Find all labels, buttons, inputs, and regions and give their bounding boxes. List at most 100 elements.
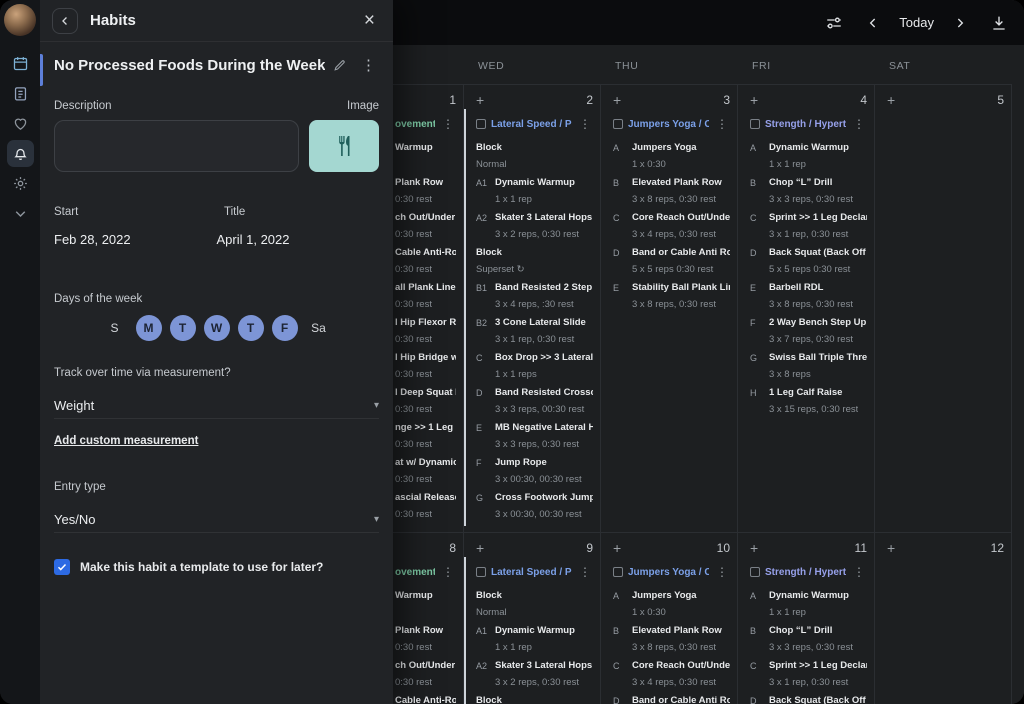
settings-gear-icon[interactable]: [7, 170, 34, 197]
add-workout-button[interactable]: +: [887, 541, 895, 555]
workout-menu-button[interactable]: ⋮: [577, 565, 593, 579]
exercise-item[interactable]: H1 Leg Calf Raise3 x 15 reps, 0:30 rest: [750, 387, 867, 415]
add-workout-button[interactable]: +: [750, 541, 758, 555]
exercise-item[interactable]: AJumpers Yoga1 x 0:30: [613, 590, 730, 618]
day-toggle-f[interactable]: F: [272, 315, 298, 341]
day-toggle-t[interactable]: T: [238, 315, 264, 341]
exercise-item[interactable]: CBox Drop >> 3 Lateral H...1 x 1 reps: [476, 352, 593, 380]
exercise-item[interactable]: l Deep Squat Mo...0:30 rest: [395, 387, 456, 415]
workout-checkbox[interactable]: [750, 119, 760, 129]
exercise-item[interactable]: CSprint >> 1 Leg Declarations3 x 1 rep, …: [750, 212, 867, 240]
day-toggle-t[interactable]: T: [170, 315, 196, 341]
block-header[interactable]: BlockSuperset ↻: [476, 247, 593, 275]
prev-week-button[interactable]: [865, 15, 881, 31]
exercise-item[interactable]: A2Skater 3 Lateral Hops >> ...3 x 2 reps…: [476, 212, 593, 240]
exercise-item[interactable]: Plank Row0:30 rest: [395, 625, 456, 653]
exercise-item[interactable]: F2 Way Bench Step Up3 x 7 reps, 0:30 res…: [750, 317, 867, 345]
workout-title[interactable]: Strength / Hypertro...: [765, 119, 846, 130]
workout-menu-button[interactable]: ⋮: [714, 565, 730, 579]
exercise-item[interactable]: DBand or Cable Anti Rotati...5 x 5 reps …: [613, 247, 730, 275]
block-header[interactable]: BlockNormal: [476, 590, 593, 618]
exercise-item[interactable]: Plank Row0:30 rest: [395, 177, 456, 205]
chevron-down-icon[interactable]: [7, 200, 34, 227]
day-toggle-s[interactable]: S: [102, 315, 128, 341]
workout-menu-button[interactable]: ⋮: [851, 565, 867, 579]
avatar[interactable]: [4, 4, 36, 36]
exercise-item[interactable]: FJump Rope3 x 00:30, 00:30 rest: [476, 457, 593, 485]
close-icon[interactable]: ×: [358, 11, 381, 30]
day-toggle-w[interactable]: W: [204, 315, 230, 341]
day-toggle-m[interactable]: M: [136, 315, 162, 341]
exercise-item[interactable]: EBarbell RDL3 x 8 reps, 0:30 rest: [750, 282, 867, 310]
measurement-select[interactable]: Weight ▾: [54, 393, 379, 419]
workout-title[interactable]: ovement Q...: [395, 567, 435, 578]
workout-menu-button[interactable]: ⋮: [714, 117, 730, 131]
add-workout-button[interactable]: +: [750, 93, 758, 107]
exercise-item[interactable]: ADynamic Warmup1 x 1 rep: [750, 142, 867, 170]
workout-checkbox[interactable]: [476, 119, 486, 129]
today-button[interactable]: Today: [889, 15, 944, 30]
exercise-item[interactable]: Cable Anti-Rotati...0:30 rest: [395, 247, 456, 275]
add-workout-button[interactable]: +: [887, 93, 895, 107]
exercise-item[interactable]: B23 Cone Lateral Slide3 x 1 rep, 0:30 re…: [476, 317, 593, 345]
edit-icon[interactable]: [333, 59, 346, 72]
exercise-item[interactable]: GSwiss Ball Triple Threat3 x 8 reps: [750, 352, 867, 380]
exercise-item[interactable]: CSprint >> 1 Leg Declarations3 x 1 rep, …: [750, 660, 867, 688]
workout-title[interactable]: Lateral Speed / Plyo: [491, 119, 572, 130]
exercise-item[interactable]: ch Out/Under0:30 rest: [395, 212, 456, 240]
download-icon[interactable]: [990, 14, 1008, 32]
notifications-bell-icon[interactable]: [7, 140, 34, 167]
exercise-item[interactable]: Warmup: [395, 142, 456, 170]
add-workout-button[interactable]: +: [613, 93, 621, 107]
workout-menu-button[interactable]: ⋮: [440, 117, 456, 131]
add-workout-button[interactable]: +: [476, 93, 484, 107]
workout-title[interactable]: Strength / Hypertro...: [765, 567, 846, 578]
exercise-item[interactable]: DBand or Cable Anti Rotati...5 x 5 reps …: [613, 695, 730, 704]
exercise-item[interactable]: CCore Reach Out/Under3 x 4 reps, 0:30 re…: [613, 660, 730, 688]
exercise-item[interactable]: Cable Anti-Rotati...0:30 rest: [395, 695, 456, 704]
start-date-field[interactable]: Feb 28, 2022: [54, 232, 217, 247]
workout-menu-button[interactable]: ⋮: [851, 117, 867, 131]
exercise-item[interactable]: at w/ Dynamic P...0:30 rest: [395, 457, 456, 485]
next-week-button[interactable]: [952, 15, 968, 31]
habit-image[interactable]: [309, 120, 379, 172]
template-checkbox[interactable]: [54, 559, 70, 575]
exercise-item[interactable]: A1Dynamic Warmup1 x 1 rep: [476, 625, 593, 653]
workout-checkbox[interactable]: [476, 567, 486, 577]
workout-title[interactable]: Jumpers Yoga / Core: [628, 119, 709, 130]
add-workout-button[interactable]: +: [476, 541, 484, 555]
exercise-item[interactable]: l Hip Bridge w/ ...0:30 rest: [395, 352, 456, 380]
exercise-item[interactable]: DBack Squat (Back Off Set)5 x 5 reps 0:3…: [750, 695, 867, 704]
exercise-item[interactable]: BElevated Plank Row3 x 8 reps, 0:30 rest: [613, 625, 730, 653]
exercise-item[interactable]: Warmup: [395, 590, 456, 618]
exercise-item[interactable]: A2Skater 3 Lateral Hops >> ...3 x 2 reps…: [476, 660, 593, 688]
day-toggle-sa[interactable]: Sa: [306, 315, 332, 341]
exercise-item[interactable]: DBack Squat (Back Off Set)5 x 5 reps 0:3…: [750, 247, 867, 275]
exercise-item[interactable]: ascial Release C...0:30 rest: [395, 492, 456, 520]
entry-type-select[interactable]: Yes/No ▾: [54, 507, 379, 533]
exercise-item[interactable]: BElevated Plank Row3 x 8 reps, 0:30 rest: [613, 177, 730, 205]
exercise-item[interactable]: GCross Footwork Jump Rope3 x 00:30, 00:3…: [476, 492, 593, 520]
exercise-item[interactable]: all Plank Linear ...0:30 rest: [395, 282, 456, 310]
back-button[interactable]: [52, 8, 78, 34]
block-header[interactable]: BlockSuperset ↻: [476, 695, 593, 704]
exercise-item[interactable]: AJumpers Yoga1 x 0:30: [613, 142, 730, 170]
notes-icon[interactable]: [7, 80, 34, 107]
exercise-item[interactable]: A1Dynamic Warmup1 x 1 rep: [476, 177, 593, 205]
exercise-item[interactable]: B1Band Resisted 2 Step Late...3 x 4 reps…: [476, 282, 593, 310]
heart-health-icon[interactable]: [7, 110, 34, 137]
exercise-item[interactable]: l Hip Flexor Rais...0:30 rest: [395, 317, 456, 345]
workout-title[interactable]: ovement Q...: [395, 119, 435, 130]
exercise-item[interactable]: ADynamic Warmup1 x 1 rep: [750, 590, 867, 618]
workout-checkbox[interactable]: [613, 119, 623, 129]
exercise-item[interactable]: EStability Ball Plank Linear ...3 x 8 re…: [613, 282, 730, 310]
workout-title[interactable]: Jumpers Yoga / Core: [628, 567, 709, 578]
exercise-item[interactable]: BChop “L” Drill3 x 3 reps, 0:30 rest: [750, 625, 867, 653]
workout-checkbox[interactable]: [750, 567, 760, 577]
add-workout-button[interactable]: +: [613, 541, 621, 555]
filter-icon[interactable]: [825, 14, 843, 32]
calendar-icon[interactable]: [7, 50, 34, 77]
block-header[interactable]: BlockNormal: [476, 142, 593, 170]
description-input[interactable]: [54, 120, 299, 172]
exercise-item[interactable]: nge >> 1 Leg St...0:30 rest: [395, 422, 456, 450]
